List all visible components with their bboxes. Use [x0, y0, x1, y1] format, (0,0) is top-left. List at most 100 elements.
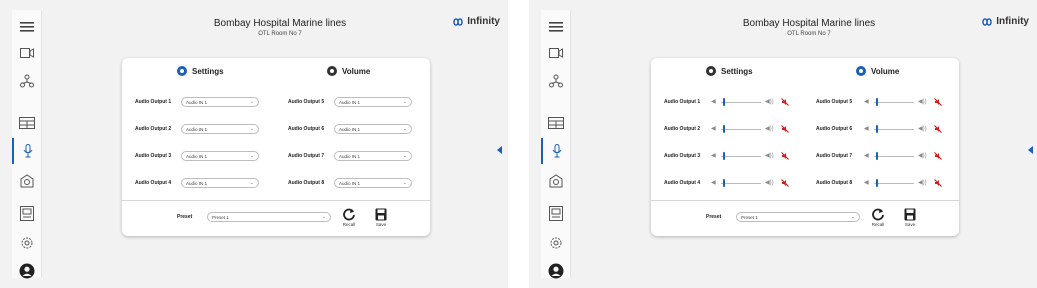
volume-slider-track[interactable] — [721, 102, 761, 103]
audio-input-select[interactable]: Audio IN 1 ⌄ — [181, 151, 259, 161]
volume-slider-track[interactable] — [721, 129, 761, 130]
sidebar — [541, 10, 571, 279]
audio-input-select[interactable]: Audio IN 1 ⌄ — [181, 178, 259, 188]
mute-icon[interactable] — [934, 179, 942, 187]
audio-input-select[interactable]: Audio IN 1 ⌄ — [334, 151, 412, 161]
divider — [651, 200, 959, 201]
chevron-down-icon: ⌄ — [850, 214, 855, 220]
microphone-icon[interactable] — [12, 138, 42, 164]
divider — [122, 200, 430, 201]
preset-select[interactable]: Preset 1 ⌄ — [207, 212, 331, 222]
brand-logo: Infinity — [451, 16, 500, 27]
volume-slider-thumb[interactable] — [876, 98, 878, 106]
recall-button[interactable]: Recall — [342, 208, 356, 227]
volume-down-icon[interactable]: ◀ — [711, 180, 716, 186]
volume-slider-thumb[interactable] — [723, 98, 725, 106]
collapse-arrow-icon[interactable] — [1028, 146, 1033, 154]
volume-up-icon[interactable]: ◀)) — [918, 126, 927, 132]
volume-slider-thumb[interactable] — [876, 152, 878, 160]
output-label: Audio Output 6 — [288, 126, 325, 132]
tab-bar: Settings Volume — [122, 66, 430, 80]
volume-screen: Bombay Hospital Marine lines OTL Room No… — [529, 0, 1037, 288]
lighting-icon[interactable] — [541, 168, 571, 194]
output-label: Audio Output 4 — [135, 180, 172, 186]
volume-slider-track[interactable] — [721, 156, 761, 157]
volume-up-icon[interactable]: ◀)) — [918, 153, 927, 159]
tab-label: Volume — [871, 66, 900, 76]
output-label: Audio Output 2 — [664, 126, 701, 132]
volume-slider-thumb[interactable] — [876, 179, 878, 187]
audio-input-select[interactable]: Audio IN 1 ⌄ — [334, 178, 412, 188]
display-grid-icon[interactable] — [541, 110, 571, 136]
lighting-icon[interactable] — [12, 168, 42, 194]
menu-icon[interactable] — [541, 14, 571, 40]
menu-icon[interactable] — [12, 14, 42, 40]
volume-slider-track[interactable] — [874, 129, 914, 130]
preset-label: Preset — [706, 214, 722, 220]
audio-input-select[interactable]: Audio IN 1 ⌄ — [334, 124, 412, 134]
save-button[interactable]: Save — [904, 208, 916, 227]
settings-gear-icon[interactable] — [12, 230, 42, 256]
audio-input-select[interactable]: Audio IN 1 ⌄ — [181, 124, 259, 134]
display-grid-icon[interactable] — [12, 110, 42, 136]
volume-slider-thumb[interactable] — [723, 152, 725, 160]
save-label: Save — [904, 222, 916, 227]
audio-input-select[interactable]: Audio IN 1 ⌄ — [334, 97, 412, 107]
user-avatar-icon[interactable] — [541, 258, 571, 284]
volume-slider-track[interactable] — [721, 183, 761, 184]
volume-up-icon[interactable]: ◀)) — [765, 180, 774, 186]
recall-button[interactable]: Recall — [871, 208, 885, 227]
volume-down-icon[interactable]: ◀ — [711, 99, 716, 105]
volume-slider-thumb[interactable] — [876, 125, 878, 133]
volume-slider-thumb[interactable] — [723, 125, 725, 133]
camera-icon[interactable] — [12, 40, 42, 66]
audio-input-select[interactable]: Audio IN 1 ⌄ — [181, 97, 259, 107]
tab-volume[interactable]: Volume — [856, 66, 899, 76]
select-value: Audio IN 1 — [186, 153, 208, 159]
tab-volume[interactable]: Volume — [327, 66, 370, 76]
volume-down-icon[interactable]: ◀ — [864, 180, 869, 186]
document-icon[interactable] — [12, 200, 42, 226]
volume-up-icon[interactable]: ◀)) — [765, 99, 774, 105]
select-value: Audio IN 1 — [339, 99, 361, 105]
volume-up-icon[interactable]: ◀)) — [918, 180, 927, 186]
recall-label: Recall — [342, 222, 356, 227]
save-button[interactable]: Save — [375, 208, 387, 227]
settings-screen: Bombay Hospital Marine lines OTL Room No… — [0, 0, 508, 288]
tab-settings[interactable]: Settings — [706, 66, 753, 76]
volume-up-icon[interactable]: ◀)) — [765, 153, 774, 159]
volume-slider-track[interactable] — [874, 183, 914, 184]
mute-icon[interactable] — [781, 152, 789, 160]
output-label: Audio Output 8 — [816, 180, 853, 186]
mute-icon[interactable] — [934, 98, 942, 106]
tab-label: Settings — [721, 66, 753, 76]
volume-down-icon[interactable]: ◀ — [864, 126, 869, 132]
select-value: Audio IN 1 — [339, 126, 361, 132]
volume-up-icon[interactable]: ◀)) — [765, 126, 774, 132]
mute-icon[interactable] — [781, 125, 789, 133]
volume-down-icon[interactable]: ◀ — [711, 126, 716, 132]
volume-slider-thumb[interactable] — [723, 179, 725, 187]
collapse-arrow-icon[interactable] — [497, 146, 502, 154]
mute-icon[interactable] — [781, 98, 789, 106]
user-avatar-icon[interactable] — [12, 258, 42, 284]
mute-icon[interactable] — [934, 152, 942, 160]
volume-down-icon[interactable]: ◀ — [864, 99, 869, 105]
settings-gear-icon[interactable] — [541, 230, 571, 256]
volume-slider-track[interactable] — [874, 102, 914, 103]
tab-label: Settings — [192, 66, 224, 76]
document-icon[interactable] — [541, 200, 571, 226]
volume-slider-track[interactable] — [874, 156, 914, 157]
network-icon[interactable] — [12, 68, 42, 94]
camera-icon[interactable] — [541, 40, 571, 66]
volume-down-icon[interactable]: ◀ — [711, 153, 716, 159]
recall-icon — [872, 208, 884, 221]
mute-icon[interactable] — [934, 125, 942, 133]
volume-up-icon[interactable]: ◀)) — [918, 99, 927, 105]
microphone-icon[interactable] — [541, 138, 571, 164]
mute-icon[interactable] — [781, 179, 789, 187]
network-icon[interactable] — [541, 68, 571, 94]
volume-down-icon[interactable]: ◀ — [864, 153, 869, 159]
tab-settings[interactable]: Settings — [177, 66, 224, 76]
preset-select[interactable]: Preset 1 ⌄ — [736, 212, 860, 222]
